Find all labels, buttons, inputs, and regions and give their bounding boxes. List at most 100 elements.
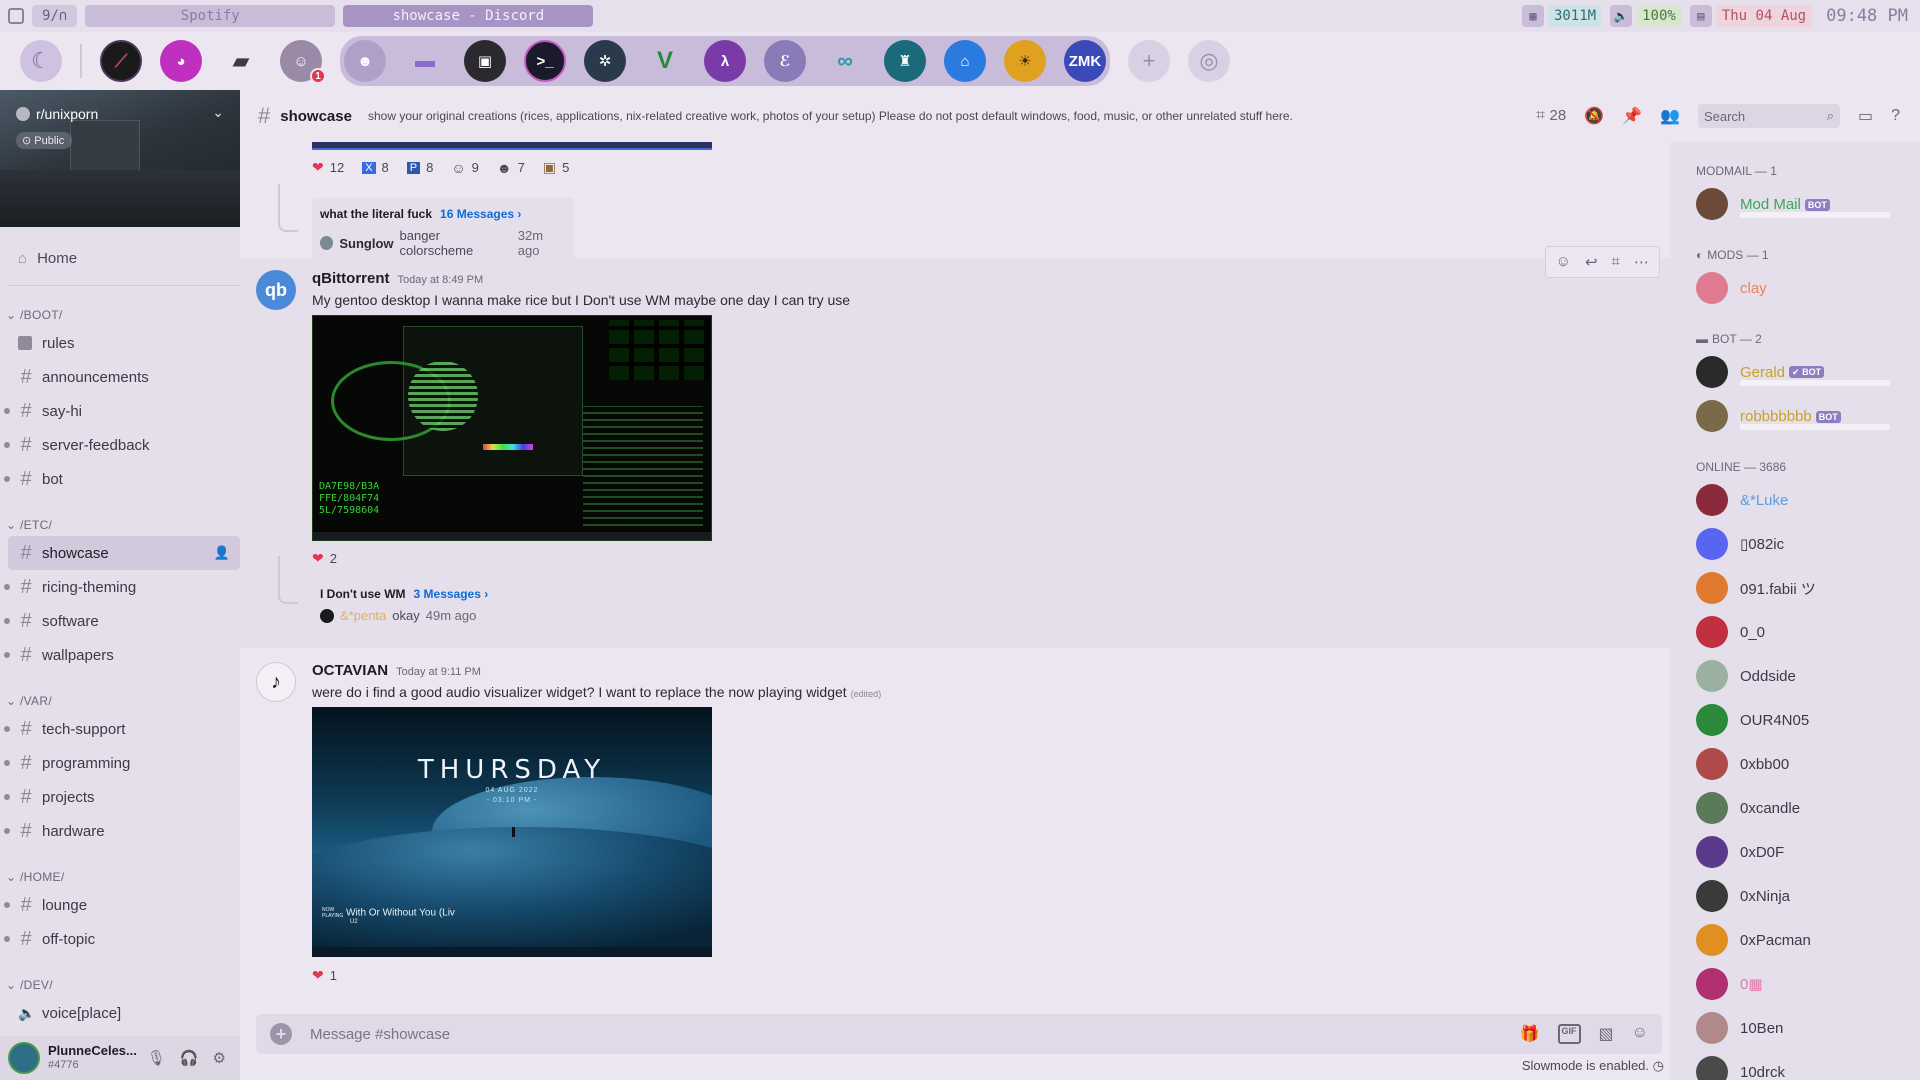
discord-home-icon[interactable]: ☾ <box>20 40 62 82</box>
channel-topic[interactable]: show your original creations (rices, app… <box>368 109 1398 123</box>
member-item[interactable]: ▯082ic <box>1696 522 1920 566</box>
channel-bot[interactable]: # bot <box>0 462 240 496</box>
channel-voice-place[interactable]: 🔈 voice[place] <box>0 996 240 1030</box>
server-icon-sat[interactable]: ☀ <box>1004 40 1046 82</box>
member-item[interactable]: Mod Mail BOT <box>1696 182 1920 226</box>
folder-icon[interactable]: ▬ <box>404 40 446 82</box>
server-icon-gear-cloud[interactable]: ✲ <box>584 40 626 82</box>
guild-title[interactable]: r/unixporn <box>16 106 98 122</box>
reaction-face-2[interactable]: ☻ 7 <box>491 156 531 179</box>
server-icon-ghost[interactable]: ◕ <box>160 40 202 82</box>
home-link[interactable]: ⌂ Home <box>0 227 240 271</box>
reaction-heart[interactable]: ❤ 2 <box>306 547 343 570</box>
channel-wallpapers[interactable]: # wallpapers <box>0 638 240 672</box>
search-input[interactable]: Search ⌕ <box>1697 104 1840 128</box>
user-info[interactable]: PlunneCeles... #4776 <box>48 1044 137 1072</box>
member-item[interactable]: 10drck <box>1696 1050 1920 1080</box>
server-icon-faces[interactable]: ☻ <box>344 40 386 82</box>
message-input[interactable] <box>310 1025 1470 1043</box>
avatar[interactable]: ♪ <box>256 662 296 702</box>
message-list[interactable]: ❤ 12 X8 P8 ☺ 9 ☻ 7 ▣ 5 what the literal fuck… <box>240 142 1670 1010</box>
channel-hardware[interactable]: # hardware <box>0 814 240 848</box>
chevron-down-icon[interactable]: ⌄ <box>212 104 224 121</box>
member-item[interactable]: robbbbbbb BOT <box>1696 394 1920 438</box>
gif-icon[interactable]: GIF <box>1557 1024 1581 1044</box>
thread-message-count[interactable]: 3 Messages › <box>414 587 489 601</box>
server-icon-notification[interactable]: ☺ 1 <box>280 40 326 84</box>
image-attachment-gentoo[interactable]: DA7E98/B3A FFE/804F74 5L/7598604 <box>312 315 712 541</box>
explore-servers-icon[interactable]: ◎ <box>1188 40 1230 82</box>
category-home[interactable]: ⌄ /HOME/ <box>0 848 240 888</box>
reaction-image[interactable]: ▣ 5 <box>537 156 575 179</box>
user-avatar[interactable] <box>8 1042 40 1074</box>
thread-preview[interactable]: I Don't use WM 3 Messages › &*penta okay 49… <box>312 578 500 630</box>
member-item[interactable]: 0xNinja <box>1696 874 1920 918</box>
category-boot[interactable]: ⌄ /BOOT/ <box>0 286 240 326</box>
settings-gear-icon[interactable]: ⚙ <box>213 1049 226 1067</box>
pinned-messages-icon[interactable]: 📌 <box>1622 106 1642 126</box>
help-icon[interactable]: ? <box>1891 107 1900 125</box>
emoji-icon[interactable]: ☺ <box>1632 1024 1648 1044</box>
volume-widget[interactable]: 🔈 100% <box>1610 5 1682 27</box>
gift-icon[interactable]: 🎁 <box>1520 1024 1540 1044</box>
message-octavian[interactable]: ♪ OCTAVIAN Today at 9:11 PM were do i fin… <box>240 650 1670 1010</box>
member-item[interactable]: 0xcandle <box>1696 786 1920 830</box>
channel-rules[interactable]: rules <box>0 326 240 360</box>
author-name[interactable]: qBittorrent <box>312 270 390 287</box>
channel-ricing-theming[interactable]: # ricing-theming <box>0 570 240 604</box>
window-tab-discord[interactable]: showcase - Discord <box>343 5 594 27</box>
category-etc[interactable]: ⌄ /ETC/ <box>0 496 240 536</box>
channel-announcements[interactable]: # announcements <box>0 360 240 394</box>
thread-preview[interactable]: what the literal fuck 16 Messages › Sungl… <box>312 198 574 265</box>
server-icon-zmk[interactable]: ZMK <box>1064 40 1106 82</box>
server-icon-lsp[interactable]: λ <box>704 40 746 82</box>
channel-tech-support[interactable]: # tech-support <box>0 712 240 746</box>
member-item[interactable]: 091.fabii ツ <box>1696 566 1920 610</box>
channel-showcase[interactable]: # showcase 👤 <box>8 536 240 570</box>
mute-bell-icon[interactable]: 🔕 <box>1584 106 1604 126</box>
message-qbittorrent[interactable]: ☺ ↩ ⌗ ⋯ qb qBittorrent Today at 8:49 PM M… <box>240 246 1670 648</box>
member-item[interactable]: 0▦ <box>1696 962 1920 1006</box>
member-list-icon[interactable]: 👥 <box>1660 106 1680 126</box>
inbox-icon[interactable]: ▭ <box>1858 106 1873 126</box>
member-item[interactable]: 0xbb00 <box>1696 742 1920 786</box>
server-icon-arduino[interactable]: ∞ <box>824 40 866 82</box>
author-name[interactable]: OCTAVIAN <box>312 662 388 679</box>
sticker-icon[interactable]: ▧ <box>1599 1024 1614 1044</box>
channel-projects[interactable]: # projects <box>0 780 240 814</box>
member-item[interactable]: 0xPacman <box>1696 918 1920 962</box>
workspace-indicator[interactable]: 9/∩ <box>32 5 78 27</box>
member-item[interactable]: Oddside <box>1696 654 1920 698</box>
reaction-face[interactable]: ☺ 9 <box>445 156 485 179</box>
thread-message-count[interactable]: 16 Messages › <box>440 207 521 221</box>
channel-lounge[interactable]: # lounge <box>0 888 240 922</box>
server-icon-emacs[interactable]: ℰ <box>764 40 806 82</box>
reply-icon[interactable]: ↩ <box>1585 253 1598 271</box>
avatar[interactable]: qb <box>256 270 296 310</box>
previous-image-attachment[interactable] <box>312 142 712 150</box>
channel-programming[interactable]: # programming <box>0 746 240 780</box>
add-server-icon[interactable]: + <box>1128 40 1170 82</box>
reaction-heart[interactable]: ❤ 1 <box>306 964 343 987</box>
microphone-icon[interactable]: 🎙 <box>147 1049 166 1067</box>
category-dev[interactable]: ⌄ /DEV/ <box>0 956 240 996</box>
member-item[interactable]: 10Ben <box>1696 1006 1920 1050</box>
server-icon-terminal[interactable]: >_ <box>524 40 566 82</box>
member-item[interactable]: 0xD0F <box>1696 830 1920 874</box>
channel-off-topic[interactable]: # off-topic <box>0 922 240 956</box>
reaction-p[interactable]: P8 <box>401 156 440 179</box>
reaction-x[interactable]: X8 <box>356 156 395 179</box>
channel-software[interactable]: # software <box>0 604 240 638</box>
create-invite-icon[interactable]: 👤 <box>214 545 230 561</box>
server-icon-dark-window[interactable]: ▣ <box>464 40 506 82</box>
channel-server-feedback[interactable]: # server-feedback <box>0 428 240 462</box>
category-var[interactable]: ⌄ /VAR/ <box>0 672 240 712</box>
reaction-heart[interactable]: ❤ 12 <box>306 156 350 179</box>
member-list[interactable]: MODMAIL — 1 Mod Mail BOT ◐ MODS — 1 clay ▬… <box>1670 142 1920 1080</box>
server-icon-vim[interactable]: V <box>644 40 686 82</box>
server-icon-bottle[interactable]: ♜ <box>884 40 926 82</box>
image-attachment-thursday[interactable]: THURSDAY 04 AUG 2022 - 03:10 PM - NOW PL… <box>312 707 712 957</box>
member-item[interactable]: 0_0 <box>1696 610 1920 654</box>
create-thread-icon[interactable]: ⌗ <box>1612 253 1620 271</box>
member-item[interactable]: Gerald ✔ BOT <box>1696 350 1920 394</box>
